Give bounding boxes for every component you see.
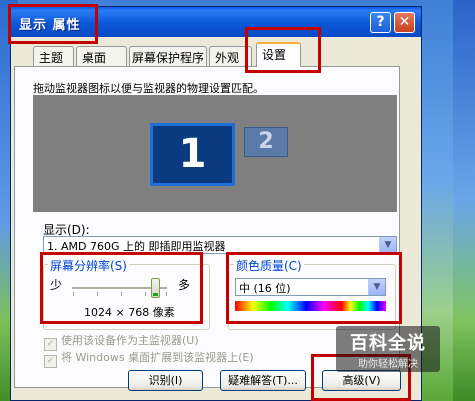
watermark-subtitle: 助你轻松解决 [358, 359, 418, 370]
primary-monitor-label: 使用该设备作为主监视器(U) [61, 334, 199, 347]
instruction-text: 拖动监视器图标以便与监视器的物理设置匹配。 [33, 82, 264, 95]
tab-desktop[interactable]: 桌面 [76, 46, 127, 66]
tab-screensaver[interactable]: 屏幕保护程序 [129, 46, 207, 66]
monitor-1-icon[interactable]: 1 [150, 123, 235, 186]
identify-button[interactable]: 识别(I) [128, 370, 203, 391]
checkbox-checked-icon[interactable]: ✓ [44, 355, 57, 368]
help-button[interactable]: ? [370, 12, 391, 33]
close-button[interactable]: ✕ [394, 12, 415, 33]
monitor-2-icon[interactable]: 2 [244, 127, 288, 157]
chevron-down-icon[interactable]: ▼ [379, 237, 396, 253]
desktop-background-right [453, 0, 475, 401]
troubleshoot-button[interactable]: 疑难解答(T)... [220, 370, 306, 391]
highlight-resolution-box [40, 252, 203, 324]
tab-themes[interactable]: 主题 [33, 46, 74, 66]
extend-desktop-label: 将 Windows 桌面扩展到该监视器上(E) [61, 351, 254, 364]
extend-desktop-checkbox-row[interactable]: ✓ 将 Windows 桌面扩展到该监视器上(E) [44, 349, 254, 368]
highlight-title-box [8, 4, 98, 44]
highlight-settings-tab-box [245, 27, 321, 73]
watermark-title: 百科全说 [350, 333, 426, 354]
watermark: 百科全说 助你轻松解决 [336, 326, 440, 372]
highlight-color-quality-box [226, 252, 402, 324]
